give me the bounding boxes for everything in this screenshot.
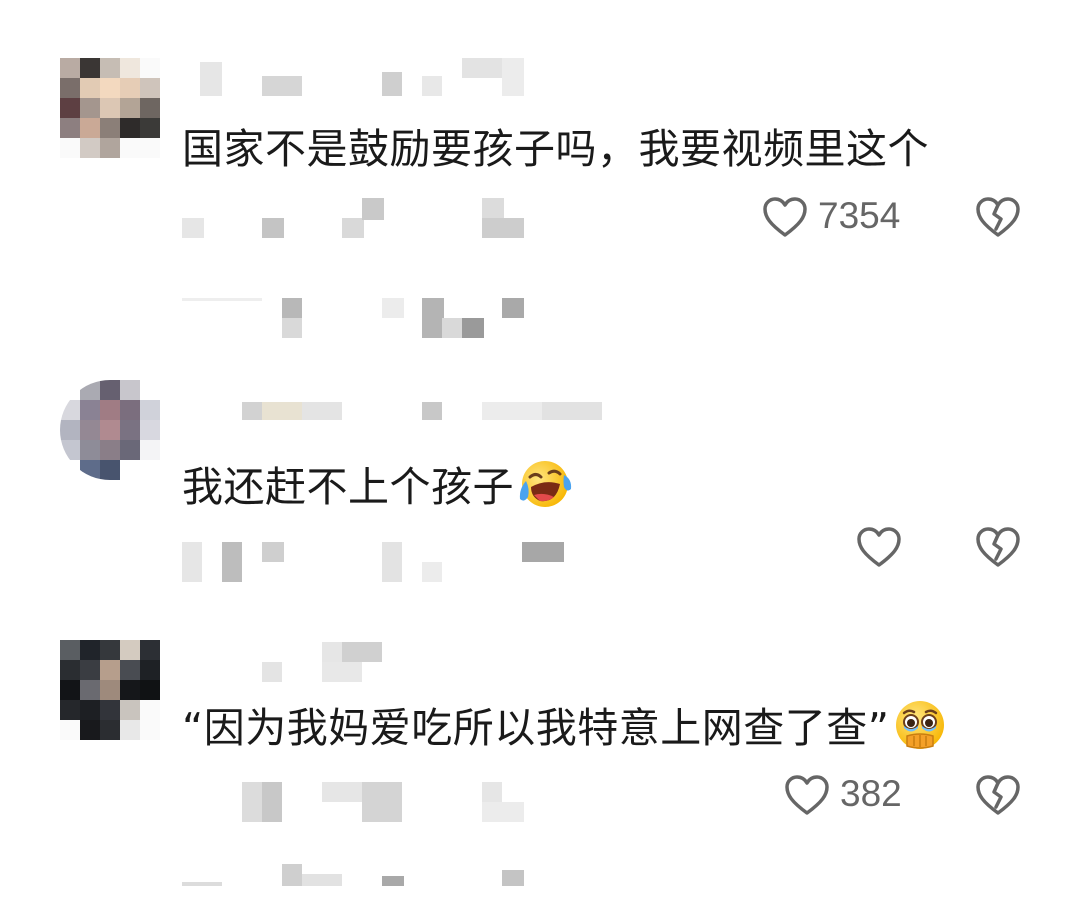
dislike-icon[interactable]	[975, 196, 1021, 238]
comment-item: “因为我妈爱吃所以我特意上网查了查” 382	[0, 610, 1080, 906]
avatar[interactable]	[60, 380, 160, 480]
like-count: 7354	[818, 195, 901, 236]
comment-item: 国家不是鼓励要孩子吗，我要视频里这个 7354	[0, 0, 1080, 360]
comment-text-label: 我还赶不上个孩子	[182, 463, 514, 511]
like-count: 382	[840, 773, 902, 814]
like-icon[interactable]	[856, 526, 902, 568]
dislike-icon[interactable]	[975, 774, 1021, 816]
face-holding-back-tears-icon	[893, 698, 947, 752]
like-icon[interactable]	[762, 196, 808, 238]
comment-text: 国家不是鼓励要孩子吗，我要视频里这个	[182, 125, 929, 173]
like-icon[interactable]	[784, 774, 830, 816]
dislike-icon[interactable]	[975, 526, 1021, 568]
comment-text: “因为我妈爱吃所以我特意上网查了查”	[182, 698, 947, 753]
avatar[interactable]	[60, 58, 160, 158]
avatar[interactable]	[60, 640, 160, 740]
face-with-tears-of-joy-icon	[518, 457, 572, 511]
comment-text-label: “因为我妈爱吃所以我特意上网查了查”	[182, 704, 890, 752]
comment-text: 我还赶不上个孩子	[182, 457, 572, 512]
comment-item: 我还赶不上个孩子	[0, 360, 1080, 610]
